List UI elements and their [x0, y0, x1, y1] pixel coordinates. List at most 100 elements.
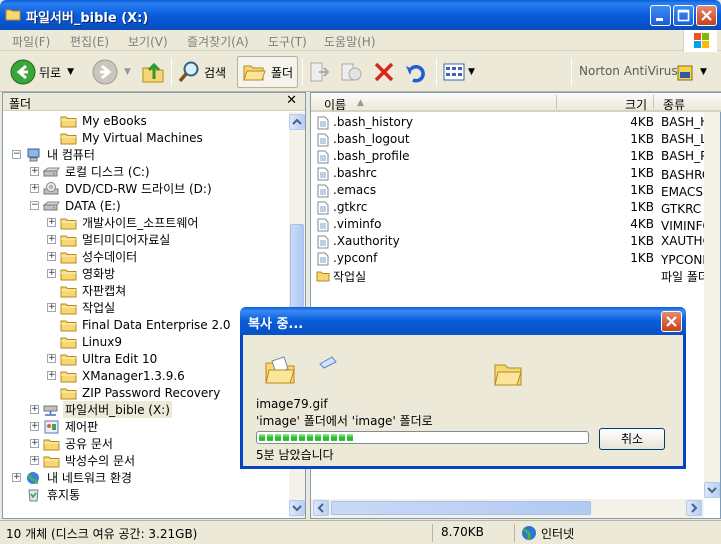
tree-item[interactable]: 자판캡쳐	[47, 282, 128, 299]
back-dropdown-icon[interactable]: ▼	[67, 67, 74, 77]
expand-icon[interactable]: +	[30, 405, 39, 414]
folder-icon	[5, 9, 21, 21]
progress-block	[291, 434, 297, 441]
menu-edit[interactable]: 편집(E)	[70, 33, 109, 50]
file-row[interactable]: .bashrc1KBBASHRC 파일	[316, 165, 720, 182]
copy-filename: image79.gif	[256, 397, 328, 411]
text-file-icon	[317, 235, 329, 249]
column-size-header[interactable]: 크기	[625, 96, 647, 113]
scroll-down-icon[interactable]	[704, 482, 720, 498]
tree-item[interactable]: + 박성수의 문서	[30, 452, 137, 469]
file-row[interactable]: .bash_profile1KBBASH_PROFILE	[316, 148, 720, 165]
file-row[interactable]: 작업실 파일 폴더	[316, 267, 720, 284]
scroll-down-icon[interactable]	[289, 500, 305, 516]
progress-block	[299, 434, 305, 441]
back-button[interactable]: 뒤로 ▼	[10, 56, 74, 88]
tree-item[interactable]: + 로컬 디스크 (C:)	[30, 163, 152, 180]
expand-icon[interactable]: +	[47, 303, 56, 312]
tree-item[interactable]: + 영화방	[47, 265, 117, 282]
search-button[interactable]: 검색	[177, 56, 226, 88]
tree-item[interactable]: + 성수데이터	[47, 248, 139, 265]
scroll-up-icon[interactable]	[289, 114, 305, 130]
close-button[interactable]	[696, 5, 717, 26]
folders-button[interactable]: 폴더	[237, 56, 299, 88]
tree-item[interactable]: + 파일서버_bible (X:)	[30, 401, 172, 418]
tree-item-label: DVD/CD-RW 드라이브 (D:)	[65, 182, 212, 196]
tree-item[interactable]: My Virtual Machines	[47, 129, 205, 146]
tree-item[interactable]: + DVD/CD-RW 드라이브 (D:)	[30, 180, 214, 197]
copy-to-button[interactable]	[339, 56, 363, 88]
file-row[interactable]: .Xauthority1KBXAUTHORITY	[316, 233, 720, 250]
expand-icon[interactable]: +	[47, 252, 56, 261]
tree-item[interactable]: + 개발사이트_소프트웨어	[47, 214, 200, 231]
tree-item[interactable]: My eBooks	[47, 112, 149, 129]
norton-antivirus-label[interactable]: Norton AntiVirus	[579, 64, 678, 78]
folder-icon	[60, 235, 77, 246]
expand-icon[interactable]: +	[47, 354, 56, 363]
menu-help[interactable]: 도움말(H)	[324, 33, 376, 50]
hscroll-thumb[interactable]	[331, 501, 591, 515]
undo-icon	[406, 65, 425, 83]
forward-dropdown-icon[interactable]: ▼	[124, 67, 131, 77]
menu-tools[interactable]: 도구(T)	[268, 33, 307, 50]
norton-icon[interactable]	[676, 64, 694, 82]
tree-item[interactable]: ZIP Password Recovery	[47, 384, 222, 401]
dialog-close-button[interactable]	[661, 311, 682, 332]
delete-button[interactable]	[372, 56, 396, 88]
forward-arrow-icon	[92, 59, 118, 85]
expand-icon[interactable]: +	[30, 439, 39, 448]
expand-icon[interactable]: +	[47, 371, 56, 380]
folder-icon	[60, 354, 77, 365]
file-list-hscrollbar[interactable]	[311, 499, 704, 518]
tree-item[interactable]: + XManager1.3.9.6	[47, 367, 187, 384]
scroll-left-icon[interactable]	[313, 500, 329, 516]
tree-item[interactable]: Final Data Enterprise 2.0	[47, 316, 233, 333]
tree-item-label: 개발사이트_소프트웨어	[82, 216, 199, 230]
tree-item[interactable]: + 작업실	[47, 299, 117, 316]
expand-icon[interactable]: +	[12, 473, 21, 482]
collapse-icon[interactable]: −	[30, 201, 39, 210]
minimize-button[interactable]	[650, 5, 671, 26]
expand-icon[interactable]: +	[30, 422, 39, 431]
file-row[interactable]: .bash_logout1KBBASH_LOGOUT	[316, 131, 720, 148]
expand-icon[interactable]: +	[47, 269, 56, 278]
tree-item[interactable]: − DATA (E:)	[30, 197, 123, 214]
views-icon	[443, 63, 465, 81]
menu-view[interactable]: 보기(V)	[128, 33, 168, 50]
file-list-vscrollbar[interactable]	[704, 112, 720, 498]
file-row[interactable]: .emacs1KBEMACS 파일	[316, 182, 720, 199]
norton-dropdown-icon[interactable]: ▼	[700, 67, 707, 77]
file-row[interactable]: .ypconf1KBYPCONF 파일	[316, 250, 720, 267]
expand-icon[interactable]: +	[30, 184, 39, 193]
up-folder-button[interactable]	[140, 56, 166, 88]
maximize-button[interactable]	[673, 5, 694, 26]
tree-item[interactable]: + 제어판	[30, 418, 100, 435]
undo-button[interactable]	[404, 56, 428, 88]
tree-item[interactable]: − 내 컴퓨터	[12, 146, 97, 163]
tree-item[interactable]: + 공유 문서	[30, 435, 115, 452]
expand-icon[interactable]: +	[30, 167, 39, 176]
views-button[interactable]: ▼	[442, 56, 475, 88]
collapse-icon[interactable]: −	[12, 150, 21, 159]
close-icon[interactable]: ✕	[286, 93, 297, 108]
expand-icon[interactable]: +	[47, 218, 56, 227]
cancel-button[interactable]: 취소	[599, 428, 665, 450]
expand-icon[interactable]: +	[30, 456, 39, 465]
file-row[interactable]: .viminfo4KBVIMINFO 파일	[316, 216, 720, 233]
tree-item[interactable]: + 멀티미디어자료실	[47, 231, 172, 248]
forward-button[interactable]: ▼	[92, 56, 131, 88]
menu-file[interactable]: 파일(F)	[12, 33, 50, 50]
scroll-right-icon[interactable]	[686, 500, 702, 516]
tree-item[interactable]: 휴지통	[12, 486, 82, 503]
column-type-header[interactable]: 종류	[663, 96, 685, 113]
column-name-header[interactable]: 이름	[324, 96, 346, 113]
expand-icon[interactable]: +	[47, 235, 56, 244]
menu-favorites[interactable]: 즐겨찾기(A)	[187, 33, 249, 50]
tree-item[interactable]: + Ultra Edit 10	[47, 350, 159, 367]
views-dropdown-icon[interactable]: ▼	[468, 67, 475, 77]
file-row[interactable]: .gtkrc1KBGTKRC 파일	[316, 199, 720, 216]
move-to-button[interactable]	[307, 56, 331, 88]
file-row[interactable]: .bash_history4KBBASH_HISTORY	[316, 114, 720, 131]
tree-item[interactable]: Linux9	[47, 333, 124, 350]
tree-item[interactable]: + 내 네트워크 환경	[12, 469, 134, 486]
